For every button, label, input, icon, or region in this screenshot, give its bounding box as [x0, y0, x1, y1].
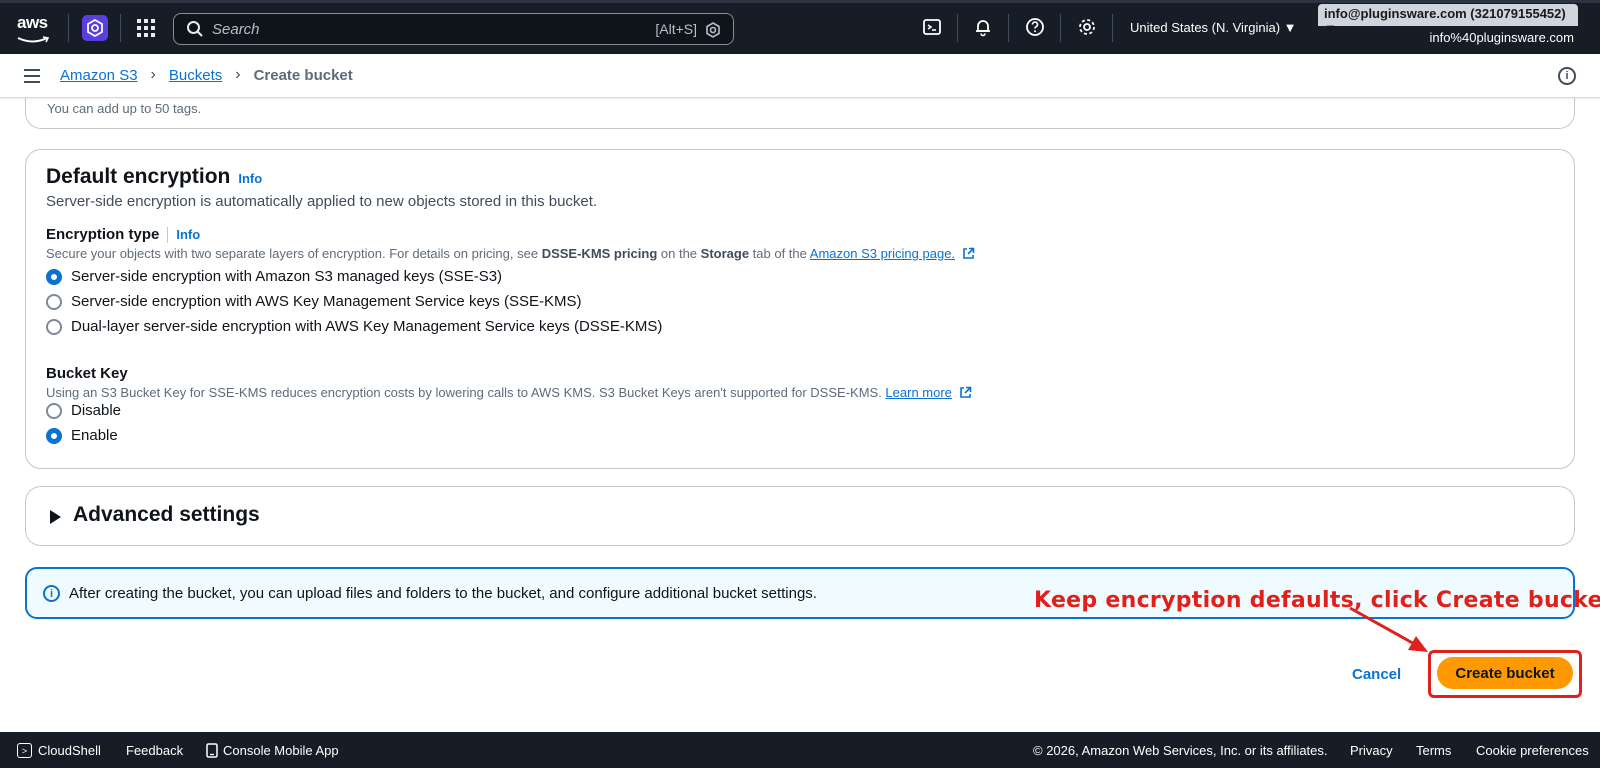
footer-privacy-link[interactable]: Privacy	[1350, 743, 1393, 758]
tutorial-annotation: Keep encryption defaults, click Create b…	[1034, 588, 1600, 613]
default-encryption-description: Server-side encryption is automatically …	[46, 193, 598, 210]
default-encryption-title: Default encryption	[46, 165, 231, 188]
radio-button[interactable]	[46, 293, 62, 310]
radio-dsse-kms[interactable]: Dual-layer server-side encryption with A…	[46, 318, 662, 335]
bucket-key-label: Bucket Key	[46, 365, 128, 382]
radio-bucket-key-enable[interactable]: Enable	[46, 427, 118, 444]
terms-label: Terms	[1416, 743, 1452, 758]
radio-label: Server-side encryption with Amazon S3 ma…	[71, 268, 503, 285]
bucket-key-desc-text: Using an S3 Bucket Key for SSE-KMS reduc…	[46, 385, 886, 400]
breadcrumb-current: Create bucket	[253, 66, 353, 84]
radio-sse-s3[interactable]: Server-side encryption with Amazon S3 ma…	[46, 268, 502, 285]
dsse-kms-pricing-text: DSSE-KMS pricing	[541, 246, 658, 261]
footer-feedback[interactable]: Feedback	[126, 743, 183, 758]
radio-bucket-key-disable[interactable]: Disable	[46, 402, 121, 419]
external-link-icon	[962, 247, 974, 259]
nav-divider	[1008, 14, 1009, 42]
nav-divider	[68, 14, 69, 42]
search-box[interactable]: [Alt+S]	[173, 13, 734, 45]
help-icon[interactable]	[1022, 14, 1048, 40]
bucket-key-description: Using an S3 Bucket Key for SSE-KMS reduc…	[46, 385, 972, 400]
footer-copyright: © 2026, Amazon Web Services, Inc. or its…	[1033, 743, 1328, 758]
footer-mobile-app[interactable]: Console Mobile App	[206, 743, 339, 758]
breadcrumb-amazon-s3[interactable]: Amazon S3	[60, 67, 138, 84]
aws-smile-icon	[17, 36, 50, 43]
encryption-type-description: Secure your objects with two separate la…	[46, 246, 975, 261]
footer: > CloudShell Feedback Console Mobile App…	[0, 732, 1600, 768]
settings-gear-icon[interactable]	[1074, 14, 1100, 40]
tags-limit-hint: You can add up to 50 tags.	[47, 101, 202, 116]
footer-mobile-app-label: Console Mobile App	[223, 743, 339, 758]
privacy-label: Privacy	[1350, 743, 1393, 758]
cloudshell-icon[interactable]	[919, 14, 945, 40]
nav-divider	[1060, 14, 1061, 42]
s3-pricing-page-link[interactable]: Amazon S3 pricing page.	[810, 246, 955, 261]
top-navigation: aws [Alt+S] United States (N. Virginia) …	[0, 0, 1600, 54]
label-divider	[167, 226, 169, 243]
chevron-right-icon: ›	[150, 66, 156, 83]
search-input[interactable]	[212, 20, 632, 38]
breadcrumb-bar: Amazon S3 › Buckets › Create bucket i	[0, 54, 1600, 98]
encryption-type-label: Encryption type	[46, 226, 160, 243]
radio-label: Disable	[71, 402, 122, 419]
breadcrumb: Amazon S3 › Buckets › Create bucket	[60, 66, 353, 84]
info-alert-text: After creating the bucket, you can uploa…	[69, 585, 817, 602]
storage-tab-text: Storage	[700, 246, 750, 261]
encryption-type-info-link[interactable]: Info	[176, 227, 200, 242]
encryption-desc-part: tab of the	[749, 246, 810, 261]
radio-button[interactable]	[46, 402, 62, 419]
cookie-preferences-label: Cookie preferences	[1476, 743, 1589, 758]
radio-button[interactable]	[46, 318, 62, 335]
nav-divider	[957, 14, 958, 42]
radio-label: Enable	[71, 427, 118, 444]
search-shortcut: [Alt+S]	[655, 21, 697, 37]
footer-cloudshell[interactable]: > CloudShell	[17, 743, 101, 758]
advanced-settings-expander[interactable]: Advanced settings	[25, 486, 1575, 546]
radio-button-selected[interactable]	[46, 427, 62, 444]
amazon-q-icon	[706, 22, 720, 38]
cloudshell-icon: >	[17, 743, 32, 758]
nav-divider	[1112, 14, 1113, 42]
top-strip	[0, 0, 1600, 3]
apps-grid-icon[interactable]	[137, 19, 155, 37]
region-selector[interactable]: United States (N. Virginia) ▼	[1130, 20, 1297, 35]
footer-cookie-preferences-link[interactable]: Cookie preferences	[1476, 743, 1589, 758]
default-encryption-info-link[interactable]: Info	[238, 171, 262, 186]
encryption-desc-part: on the	[657, 246, 701, 261]
aws-logo-text: aws	[17, 13, 48, 32]
radio-button-selected[interactable]	[46, 268, 62, 285]
default-encryption-card: Default encryption Info Server-side encr…	[25, 149, 1575, 469]
copyright-text: © 2026, Amazon Web Services, Inc. or its…	[1033, 743, 1328, 758]
account-username: info%40pluginsware.com	[1429, 30, 1574, 45]
radio-label: Dual-layer server-side encryption with A…	[71, 318, 663, 335]
radio-sse-kms[interactable]: Server-side encryption with AWS Key Mana…	[46, 293, 581, 310]
footer-terms-link[interactable]: Terms	[1416, 743, 1451, 758]
radio-label: Server-side encryption with AWS Key Mana…	[71, 293, 582, 310]
caret-right-icon	[50, 510, 61, 524]
main-content: You can add up to 50 tags. Default encry…	[0, 58, 1600, 732]
info-icon: i	[43, 585, 60, 602]
cancel-button[interactable]: Cancel	[1352, 666, 1401, 683]
mobile-phone-icon	[206, 743, 218, 758]
notifications-bell-icon[interactable]	[970, 14, 996, 40]
learn-more-link[interactable]: Learn more	[885, 385, 951, 400]
search-icon	[187, 21, 203, 37]
external-link-icon	[959, 386, 971, 398]
nav-divider	[120, 14, 121, 42]
info-panel-icon[interactable]: i	[1558, 67, 1576, 85]
encryption-desc-part: Secure your objects with two separate la…	[46, 246, 542, 261]
footer-cloudshell-label: CloudShell	[38, 743, 101, 758]
breadcrumb-buckets[interactable]: Buckets	[169, 67, 222, 84]
footer-feedback-label: Feedback	[126, 743, 184, 758]
create-bucket-button[interactable]: Create bucket	[1437, 657, 1573, 689]
aws-logo[interactable]: aws	[17, 13, 51, 43]
chevron-right-icon: ›	[235, 66, 241, 83]
account-menu[interactable]: info@pluginsware.com (321079155452) ▼	[1318, 4, 1578, 36]
service-shortcut-icon[interactable]	[82, 15, 108, 41]
advanced-settings-title: Advanced settings	[73, 503, 260, 526]
menu-hamburger-icon[interactable]	[24, 69, 40, 83]
